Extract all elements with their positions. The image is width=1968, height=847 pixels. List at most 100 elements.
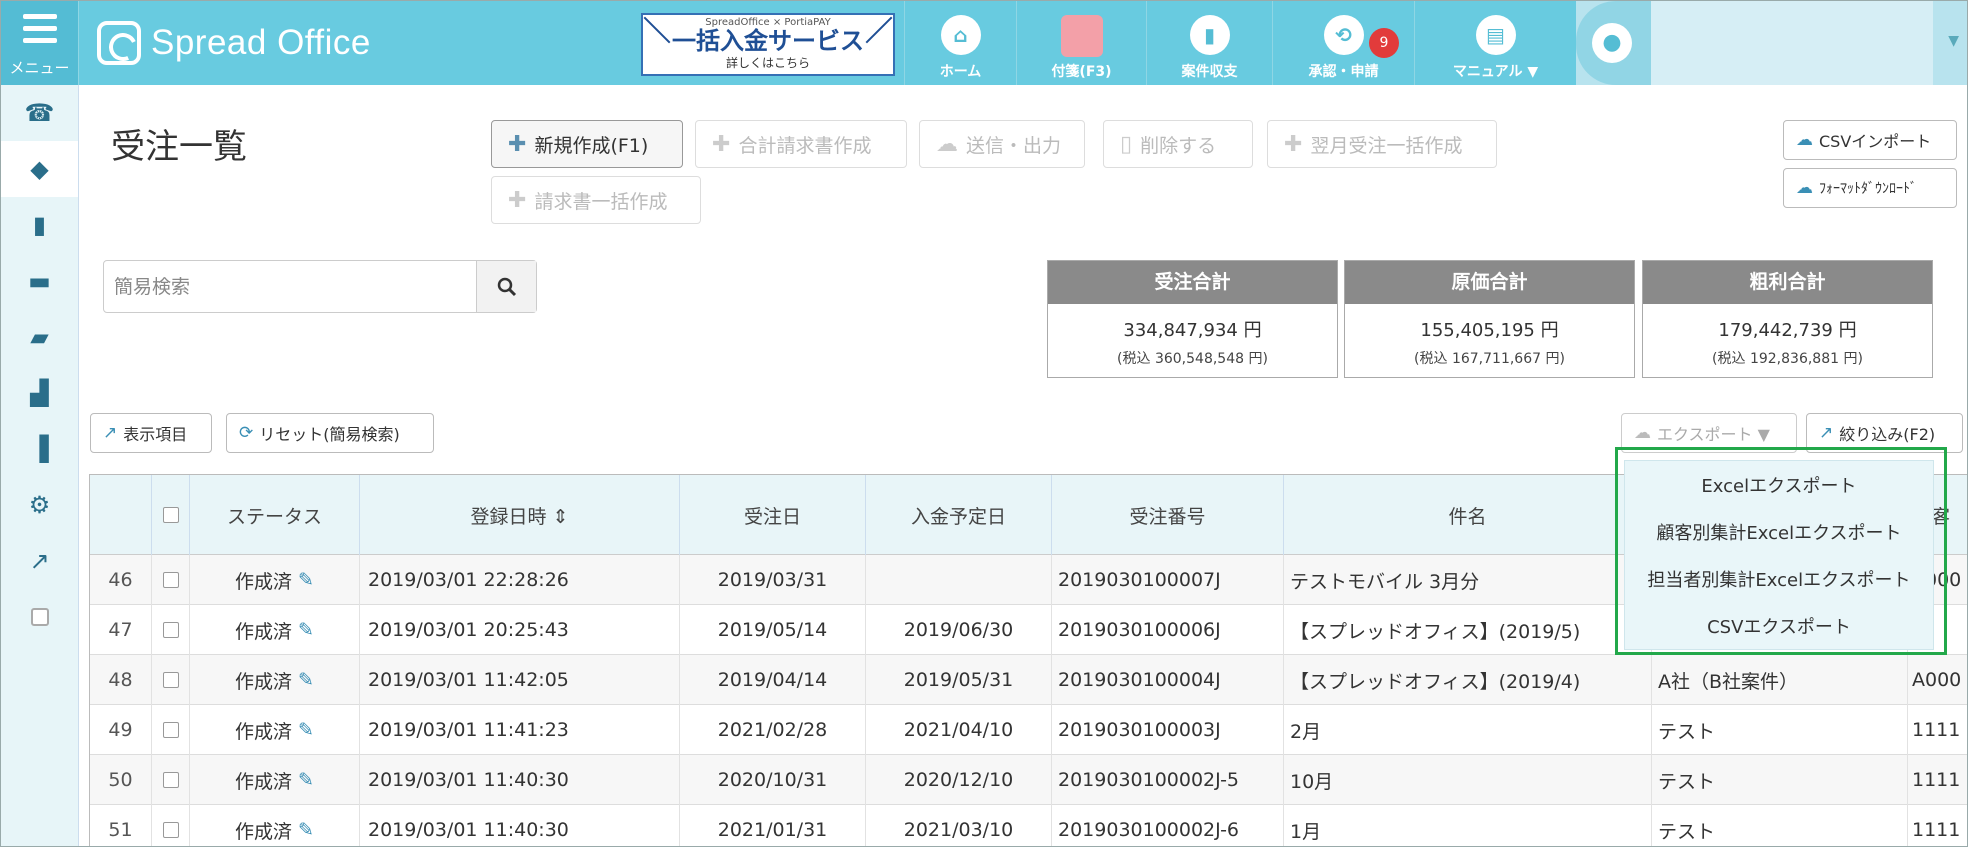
nav-revenue-label: 案件収支 xyxy=(1181,64,1238,80)
select-all-checkbox[interactable] xyxy=(162,507,179,523)
cell-customer-text: テスト xyxy=(1658,720,1716,743)
row-checkbox[interactable] xyxy=(162,672,179,688)
menu-item-excel-export[interactable]: Excelエクスポート xyxy=(1625,461,1933,508)
header-order-date[interactable]: 受注日 xyxy=(680,475,866,555)
cell-select[interactable] xyxy=(152,755,190,805)
bulk-invoice-button[interactable]: ✚ 請求書一括作成 xyxy=(491,176,701,224)
nav-fusen[interactable]: 付箋(F3) xyxy=(1016,1,1146,85)
table-row[interactable]: 50 作成済 ✎ 2019/03/01 11:40:30 2020/10/31 2020/… xyxy=(90,755,1967,805)
reset-button[interactable]: ⟳ リセット(簡易検索) xyxy=(226,413,434,453)
chevron-down-icon[interactable]: ▼ xyxy=(1948,33,1959,49)
edit-pencil-icon[interactable]: ✎ xyxy=(298,619,314,641)
cell-select[interactable] xyxy=(152,605,190,655)
promo-banner[interactable]: SpreadOffice × PortiaPAY 一括入金サービス 詳しくはこち… xyxy=(641,13,895,76)
cell-subject-text: 1月 xyxy=(1290,820,1322,843)
cell-row-no: 51 xyxy=(90,805,152,846)
menu-item-csv-export[interactable]: CSVエクスポート xyxy=(1625,602,1933,649)
new-button[interactable]: ✚ 新規作成(F1) xyxy=(491,120,683,168)
brand-logo[interactable]: Spread Office xyxy=(97,21,371,65)
cell-customer-code-text: 1111 xyxy=(1912,719,1961,741)
cell-payment-date-text: 2019/05/31 xyxy=(903,669,1014,691)
cell-select[interactable] xyxy=(152,555,190,605)
search-input[interactable] xyxy=(104,261,478,312)
logo-icon xyxy=(97,21,141,65)
cell-payment-date-text: 2020/12/10 xyxy=(903,769,1014,791)
table-row[interactable]: 48 作成済 ✎ 2019/03/01 11:42:05 2019/04/14 2019/… xyxy=(90,655,1967,705)
bar-chart-icon[interactable]: ▮ xyxy=(1,197,78,253)
cell-order-no: 2019030100002J-6 xyxy=(1052,805,1284,846)
row-checkbox[interactable] xyxy=(162,722,179,738)
display-items-label: 表示項目 xyxy=(123,425,188,444)
plus-icon: ✚ xyxy=(508,131,527,157)
profit-total-label: 粗利合計 xyxy=(1643,261,1932,304)
edit-pencil-icon[interactable]: ✎ xyxy=(298,719,314,741)
cell-row-no: 46 xyxy=(90,555,152,605)
search-button[interactable] xyxy=(476,261,536,312)
cell-status: 作成済 ✎ xyxy=(190,705,360,755)
sidebar-checkbox[interactable] xyxy=(1,589,78,645)
nav-approve[interactable]: ⟲ 9 承認・申請 xyxy=(1272,1,1414,85)
cell-customer-text: テスト xyxy=(1658,770,1716,793)
cell-status: 作成済 ✎ xyxy=(190,805,360,846)
format-download-button[interactable]: ☁ ﾌｫｰﾏｯﾄﾀﾞｳﾝﾛｰﾄﾞ xyxy=(1783,168,1957,208)
edit-pencil-icon[interactable]: ✎ xyxy=(298,669,314,691)
header-select-all[interactable] xyxy=(152,475,190,555)
menu-button[interactable]: メニュー xyxy=(1,1,79,85)
row-checkbox[interactable] xyxy=(162,572,179,588)
delete-button[interactable]: ▯ 削除する xyxy=(1103,120,1253,168)
total-invoice-button[interactable]: ✚ 合計請求書作成 xyxy=(695,120,907,168)
table-row[interactable]: 51 作成済 ✎ 2019/03/01 11:40:30 2021/01/31 2021/… xyxy=(90,805,1967,846)
cell-status-text: 作成済 xyxy=(235,620,293,643)
header-order-no[interactable]: 受注番号 xyxy=(1052,475,1284,555)
table-row[interactable]: 49 作成済 ✎ 2019/03/01 11:41:23 2021/02/28 2021/… xyxy=(90,705,1967,755)
row-checkbox[interactable] xyxy=(162,822,179,838)
row-checkbox[interactable] xyxy=(162,622,179,638)
tag-icon[interactable]: ◆ xyxy=(1,141,78,197)
user-menu[interactable]: ● ▼ xyxy=(1576,1,1967,85)
cell-select[interactable] xyxy=(152,655,190,705)
header-payment-date[interactable]: 入金予定日 xyxy=(866,475,1052,555)
nav-revenue[interactable]: ▮ 案件収支 xyxy=(1146,1,1272,85)
book-icon: ▤ xyxy=(1475,15,1516,55)
cell-order-date: 2020/10/31 xyxy=(680,755,866,805)
credit-card-icon[interactable]: ▬ xyxy=(1,253,78,309)
header-subject[interactable]: 件名 xyxy=(1284,475,1652,555)
folder-open-icon[interactable]: ▰ xyxy=(1,309,78,365)
cell-select[interactable] xyxy=(152,705,190,755)
cell-order-no-text: 2019030100002J-6 xyxy=(1058,819,1240,841)
file-icon[interactable]: ▐ xyxy=(1,421,78,477)
csv-import-button[interactable]: ☁ CSVインポート xyxy=(1783,120,1957,160)
nav-approve-label: 承認・申請 xyxy=(1308,64,1379,80)
external-link-icon: ↗ xyxy=(1819,423,1834,443)
menu-item-staff-excel-export[interactable]: 担当者別集計Excelエクスポート xyxy=(1625,555,1933,602)
nav-manual[interactable]: ▤ マニュアル ▼ xyxy=(1414,1,1576,85)
cost-total-value: 155,405,195 円 xyxy=(1420,320,1559,341)
signal-icon[interactable]: ▟ xyxy=(1,365,78,421)
row-checkbox[interactable] xyxy=(162,772,179,788)
menu-item-customer-excel-export[interactable]: 顧客別集計Excelエクスポート xyxy=(1625,508,1933,555)
external-link-icon[interactable]: ↗ xyxy=(1,533,78,589)
edit-pencil-icon[interactable]: ✎ xyxy=(298,819,314,841)
gear-icon[interactable]: ⚙ xyxy=(1,477,78,533)
display-items-button[interactable]: ↗ 表示項目 xyxy=(90,413,212,453)
phone-icon[interactable]: ☎ xyxy=(1,85,78,141)
header-registered[interactable]: 登録日時 ⇕ xyxy=(360,475,680,555)
cell-registered: 2019/03/01 11:40:30 xyxy=(360,755,680,805)
next-month-button[interactable]: ✚ 翌月受注一括作成 xyxy=(1267,120,1497,168)
order-total-label: 受注合計 xyxy=(1048,261,1337,304)
edit-pencil-icon[interactable]: ✎ xyxy=(298,769,314,791)
send-output-button[interactable]: ☁ 送信・出力 xyxy=(919,120,1085,168)
cell-select[interactable] xyxy=(152,805,190,846)
edit-pencil-icon[interactable]: ✎ xyxy=(298,569,314,591)
menu-label: メニュー xyxy=(9,59,70,77)
header-status[interactable]: ステータス xyxy=(190,475,360,555)
nav-home[interactable]: ⌂ ホーム xyxy=(904,1,1016,85)
cell-order-date: 2021/01/31 xyxy=(680,805,866,846)
cell-row-no: 48 xyxy=(90,655,152,705)
cell-registered-text: 2019/03/01 11:40:30 xyxy=(368,769,569,791)
trash-icon: ▯ xyxy=(1120,131,1133,157)
cell-order-no-text: 2019030100004J xyxy=(1058,669,1221,691)
cell-status: 作成済 ✎ xyxy=(190,555,360,605)
cell-row-no-text: 46 xyxy=(108,569,133,591)
csv-import-label: CSVインポート xyxy=(1819,132,1932,151)
